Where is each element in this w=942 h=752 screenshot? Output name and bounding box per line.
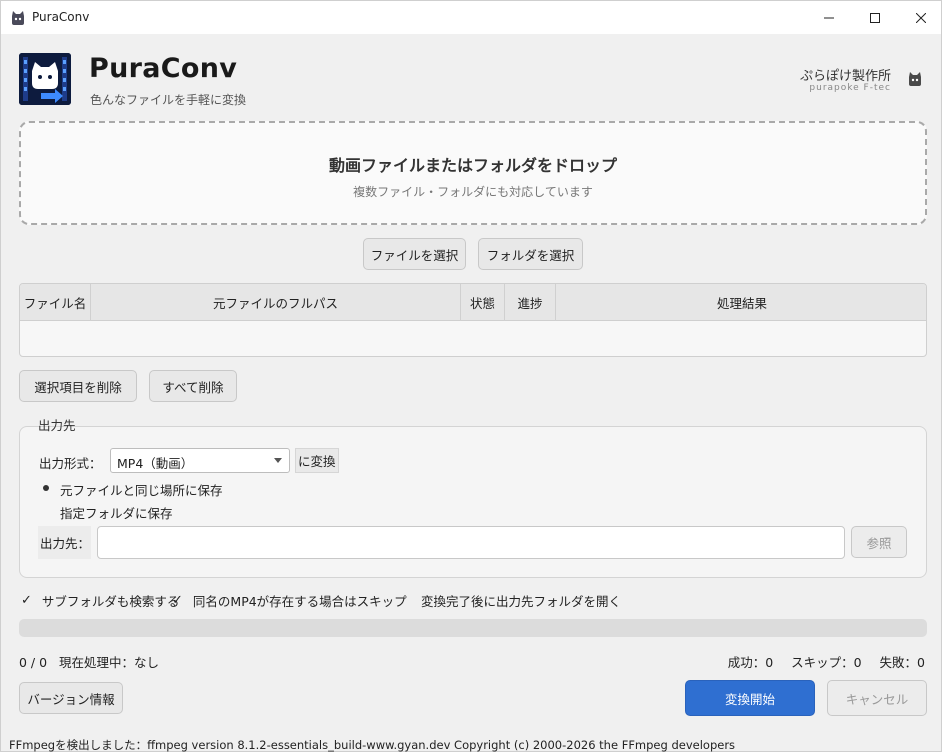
version-info-button[interactable]: バージョン情報: [19, 682, 123, 714]
open-after-checkbox[interactable]: 変換完了後に出力先フォルダを開く: [421, 591, 621, 610]
destination-label: 出力先：: [38, 526, 91, 559]
app-name: PuraConv: [89, 53, 238, 84]
app-subtitle: 色んなファイルを手軽に変換: [90, 93, 247, 107]
maker-subtitle: purapoke F-tec: [809, 83, 891, 93]
title-bar: PuraConv: [1, 1, 941, 34]
maximize-icon: [870, 12, 880, 23]
file-table[interactable]: ファイル名 元ファイルのフルパス 状態 進捗 処理結果: [19, 283, 927, 357]
maker-name: ぷらぽけ製作所: [799, 69, 891, 84]
drop-zone[interactable]: 動画ファイルまたはフォルダをドロップ 複数ファイル・フォルダにも対応しています: [19, 121, 927, 225]
skip-count: スキップ：0: [791, 655, 862, 670]
table-header: ファイル名 元ファイルのフルパス 状態 進捗 処理結果: [20, 284, 926, 321]
open-after-checkbox-label: 変換完了後に出力先フォルダを開く: [421, 594, 622, 609]
column-header-result[interactable]: 処理結果: [556, 284, 926, 321]
success-count: 成功：0: [727, 655, 774, 670]
drop-zone-subtitle: 複数ファイル・フォルダにも対応しています: [353, 185, 593, 199]
format-select[interactable]: MP4（動画）: [110, 448, 290, 473]
app-cat-icon: [12, 11, 24, 25]
status-left: 0 / 0 現在処理中：なし: [19, 652, 159, 671]
column-header-status[interactable]: 状態: [461, 284, 505, 321]
subfolders-checkbox-label: サブフォルダも検索する: [41, 594, 180, 609]
destination-input[interactable]: [97, 526, 845, 559]
format-suffix-label: に変換: [295, 448, 339, 473]
app-window: PuraConv PuraConv 色んなファイルを手軽に変換 ぷらぽけ製作所 …: [0, 0, 942, 752]
column-header-progress[interactable]: 進捗: [505, 284, 556, 321]
select-file-button[interactable]: ファイルを選択: [363, 238, 466, 270]
format-label: 出力形式：: [39, 456, 102, 471]
delete-selected-button[interactable]: 選択項目を削除: [19, 370, 137, 402]
app-logo: [19, 53, 71, 105]
skip-existing-checkbox-label: 同名のMP4が存在する場合はスキップ: [192, 594, 407, 609]
conversion-progress-bar: [19, 619, 927, 637]
column-header-fullpath[interactable]: 元ファイルのフルパス: [91, 284, 461, 321]
radio-save-specified-folder[interactable]: 指定フォルダに保存: [60, 503, 173, 522]
drop-zone-title: 動画ファイルまたはフォルダをドロップ: [328, 156, 617, 175]
checkmark-icon: ✓: [21, 593, 32, 608]
column-header-filename[interactable]: ファイル名: [20, 284, 91, 321]
current-processing: 現在処理中：なし: [59, 655, 160, 670]
select-folder-button[interactable]: フォルダを選択: [478, 238, 583, 270]
maker-cat-icon: [909, 72, 921, 86]
chevron-down-icon: [274, 458, 282, 463]
status-counters: 成功：0 スキップ：0 失敗：0: [728, 652, 925, 671]
radio-save-same-location[interactable]: 元ファイルと同じ場所に保存: [60, 480, 223, 499]
close-icon: [916, 12, 926, 23]
processed-count: 0 / 0: [19, 655, 48, 670]
maximize-button[interactable]: [852, 1, 898, 34]
failed-count: 失敗：0: [879, 655, 925, 670]
logo-graphic: [19, 53, 71, 105]
subfolders-checkbox[interactable]: ✓ サブフォルダも検索する: [21, 591, 179, 610]
start-conversion-button[interactable]: 変換開始: [685, 680, 815, 716]
minimize-icon: [824, 17, 834, 18]
minimize-button[interactable]: [806, 1, 852, 34]
browse-button[interactable]: 参照: [851, 526, 907, 558]
checkmark-icon: ✓: [172, 593, 183, 608]
cancel-button[interactable]: キャンセル: [827, 680, 927, 716]
delete-all-button[interactable]: すべて削除: [149, 370, 237, 402]
format-select-value: MP4（動画）: [117, 456, 194, 471]
window-title: PuraConv: [32, 10, 90, 24]
ffmpeg-status-bar: FFmpegを検出しました：ffmpeg version 8.1.2-essen…: [9, 738, 736, 752]
output-group-label: 出力先: [38, 418, 76, 433]
close-button[interactable]: [898, 1, 942, 34]
skip-existing-checkbox[interactable]: ✓ 同名のMP4が存在する場合はスキップ: [172, 591, 407, 610]
radio-selected-indicator[interactable]: [43, 485, 49, 491]
